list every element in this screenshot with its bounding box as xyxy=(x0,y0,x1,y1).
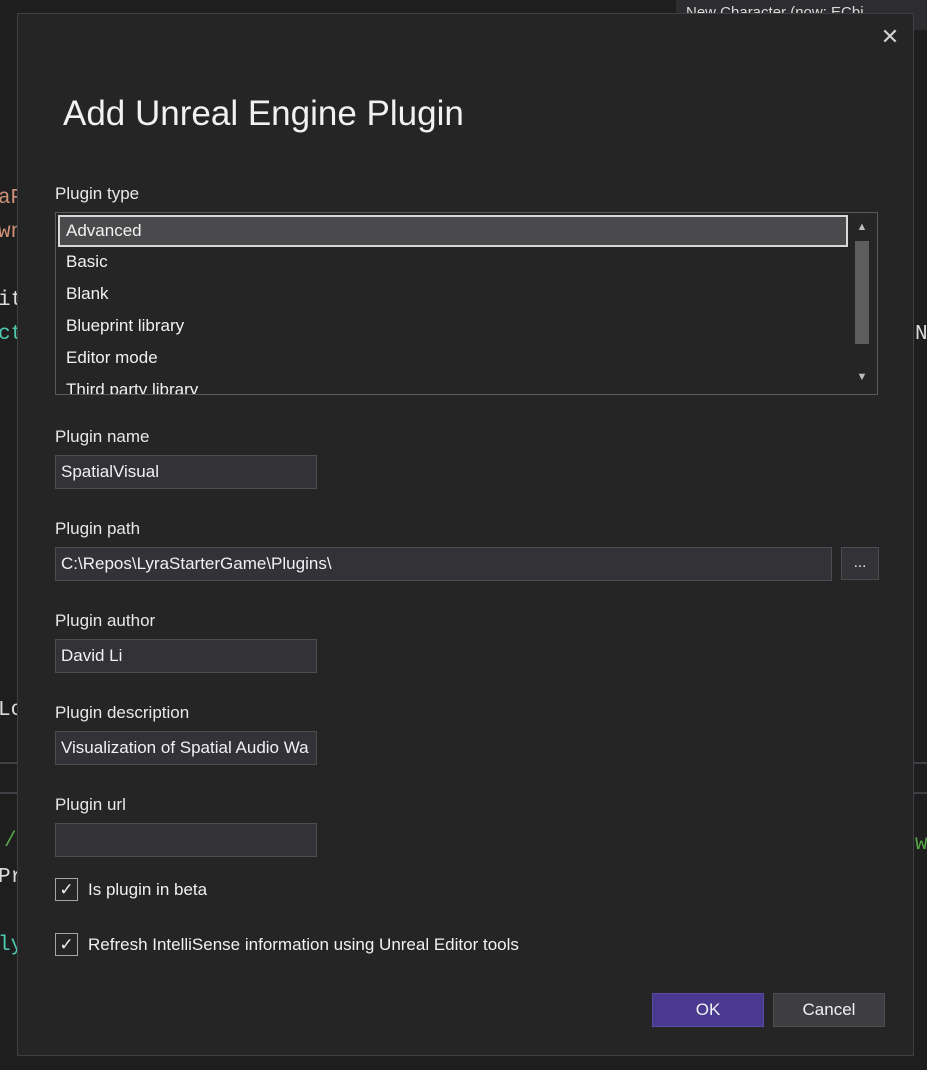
scroll-down-arrow-icon[interactable]: ▼ xyxy=(854,371,870,385)
browse-button[interactable]: ... xyxy=(841,547,879,580)
plugin-name-input[interactable]: SpatialVisual xyxy=(55,455,317,489)
plugin-type-label: Plugin type xyxy=(55,184,140,203)
plugin-description-input[interactable]: Visualization of Spatial Audio Wa xyxy=(55,731,317,765)
checkmark-icon: ✓ xyxy=(59,935,74,954)
ok-button[interactable]: OK xyxy=(652,993,764,1027)
list-item-editor-mode[interactable]: Editor mode xyxy=(58,343,848,375)
code-fragment: w xyxy=(915,833,927,856)
background-divider xyxy=(0,792,17,794)
list-item-advanced[interactable]: Advanced xyxy=(58,215,848,247)
checkmark-icon: ✓ xyxy=(59,880,74,899)
plugin-type-listbox[interactable]: Advanced Basic Blank Blueprint library E… xyxy=(55,212,878,395)
code-fragment: N xyxy=(915,323,927,346)
code-fragment: / xyxy=(4,830,17,853)
background-divider xyxy=(0,762,17,764)
beta-checkbox[interactable]: ✓ xyxy=(55,878,78,901)
plugin-description-label: Plugin description xyxy=(55,703,190,722)
plugin-name-label: Plugin name xyxy=(55,427,150,446)
plugin-path-input[interactable]: C:\Repos\LyraStarterGame\Plugins\ xyxy=(55,547,832,581)
plugin-url-label: Plugin url xyxy=(55,795,126,814)
beta-checkbox-label: Is plugin in beta xyxy=(88,880,208,899)
background-divider xyxy=(914,792,927,794)
refresh-intellisense-label: Refresh IntelliSense information using U… xyxy=(88,935,519,954)
close-icon[interactable]: ✕ xyxy=(878,25,902,49)
scroll-up-arrow-icon[interactable]: ▲ xyxy=(854,221,870,235)
list-item-blank[interactable]: Blank xyxy=(58,279,848,311)
plugin-author-label: Plugin author xyxy=(55,611,156,630)
list-item-third-party-library[interactable]: Third party library xyxy=(58,375,848,394)
plugin-url-input[interactable] xyxy=(55,823,317,857)
plugin-path-label: Plugin path xyxy=(55,519,141,538)
plugin-author-input[interactable]: David Li xyxy=(55,639,317,673)
list-item-blueprint-library[interactable]: Blueprint library xyxy=(58,311,848,343)
background-divider xyxy=(914,762,927,764)
dialog-title: Add Unreal Engine Plugin xyxy=(63,94,464,133)
cancel-button[interactable]: Cancel xyxy=(773,993,885,1027)
refresh-intellisense-checkbox[interactable]: ✓ xyxy=(55,933,78,956)
add-plugin-dialog: ✕ Add Unreal Engine Plugin Plugin type A… xyxy=(17,13,914,1056)
list-item-basic[interactable]: Basic xyxy=(58,247,848,279)
scrollbar-thumb[interactable] xyxy=(855,241,869,344)
